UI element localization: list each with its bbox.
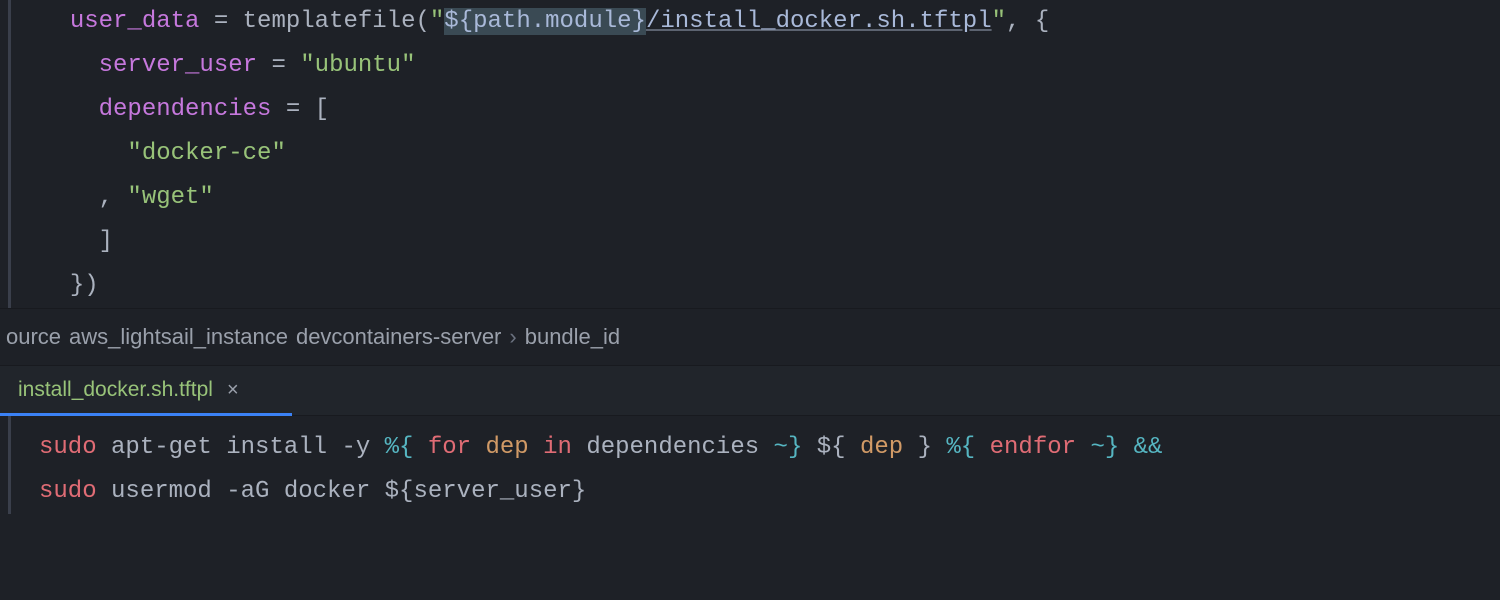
tab-install-docker[interactable]: install_docker.sh.tftpl ×	[0, 366, 257, 415]
code-line: server_user = "ubuntu"	[41, 44, 1500, 88]
editor-pane-bottom[interactable]: sudo apt-get install -y %{ for dep in de…	[8, 416, 1500, 514]
breadcrumb-segment[interactable]: ource	[6, 317, 61, 357]
breadcrumb-segment[interactable]: aws_lightsail_instance	[69, 317, 288, 357]
close-icon[interactable]: ×	[227, 372, 239, 408]
breadcrumb-segment[interactable]: bundle_id	[525, 317, 620, 357]
code-line: , "wget"	[41, 176, 1500, 220]
editor-pane-top[interactable]: user_data = templatefile("${path.module}…	[8, 0, 1500, 308]
interpolation-highlight: ${path.module}	[444, 8, 646, 35]
chevron-right-icon: ›	[509, 317, 516, 357]
code-line: ]	[41, 220, 1500, 264]
breadcrumb[interactable]: ource aws_lightsail_instance devcontaine…	[0, 308, 1500, 366]
code-line: dependencies = [	[41, 88, 1500, 132]
code-line: sudo apt-get install -y %{ for dep in de…	[11, 426, 1500, 470]
breadcrumb-segment[interactable]: devcontainers-server	[296, 317, 501, 357]
tab-label: install_docker.sh.tftpl	[18, 371, 213, 409]
code-line: sudo usermod -aG docker ${server_user}	[11, 470, 1500, 514]
tab-bar: install_docker.sh.tftpl ×	[0, 366, 1500, 416]
attribute-name: user_data	[70, 8, 200, 35]
code-line: "docker-ce"	[41, 132, 1500, 176]
code-line: user_data = templatefile("${path.module}…	[41, 0, 1500, 44]
active-tab-indicator	[0, 413, 292, 416]
code-line: })	[41, 264, 1500, 308]
